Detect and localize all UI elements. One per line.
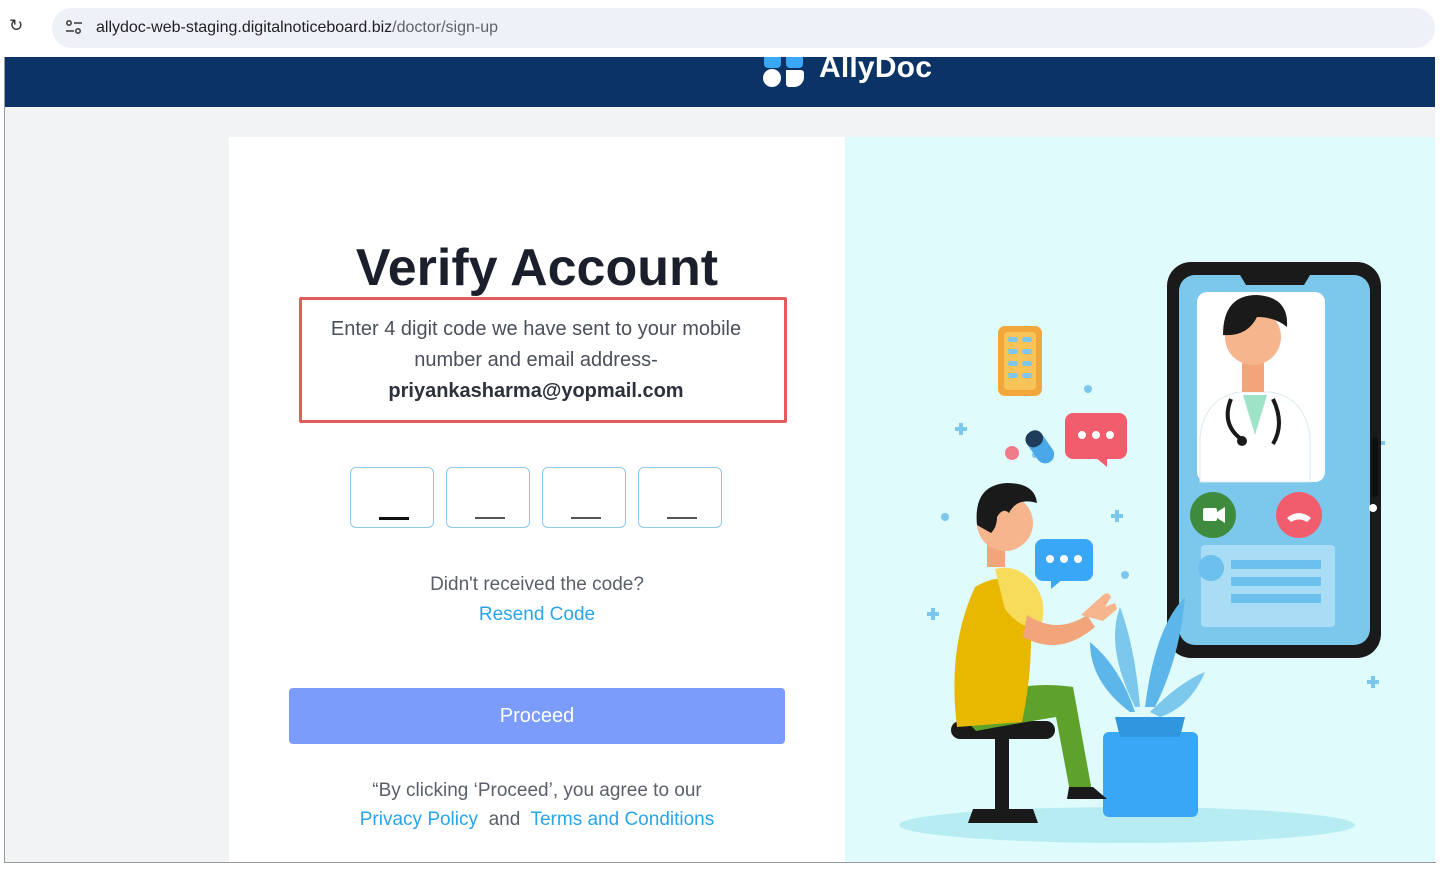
privacy-policy-link[interactable]: Privacy Policy [360,809,478,830]
url-host: allydoc-web-staging.digitalnoticeboard.b… [96,19,393,36]
page-title: Verify Account [355,239,719,297]
otp-placeholder-dash [667,517,697,519]
otp-digit-4[interactable] [638,467,722,528]
allydoc-logo-icon [763,57,804,87]
site-settings-icon[interactable] [64,17,84,37]
and-text: and [488,809,521,830]
terms-conditions-link[interactable]: Terms and Conditions [530,809,714,830]
address-bar[interactable]: allydoc-web-staging.digitalnoticeboard.b… [52,8,1435,48]
code-not-received-text: Didn't received the code? [430,574,644,595]
otp-digit-1[interactable] [350,467,434,528]
terms-links: Privacy Policy and Terms and Conditions [229,809,845,831]
telemedicine-illustration [899,262,1385,843]
message-line-1: Enter 4 digit code we have sent to your … [330,318,742,340]
message-line-2: number and email address- [414,349,658,371]
otp-placeholder-dash [475,517,505,519]
otp-placeholder-dash [571,517,601,519]
url-path: /doctor/sign-up [392,19,499,36]
site-header: AllyDoc [5,57,1435,107]
url-text[interactable]: allydoc-web-staging.digitalnoticeboard.b… [96,19,498,37]
terms-notice: “By clicking ‘Proceed’, you agree to our [372,780,702,801]
verify-message: Enter 4 digit code we have sent to your … [302,314,770,407]
otp-digit-2[interactable] [446,467,530,528]
proceed-button[interactable]: Proceed [289,688,785,744]
reload-icon[interactable]: ↻ [9,16,23,36]
otp-cursor [379,517,409,520]
frame-border-bottom [4,862,1436,863]
user-email: priyankasharma@yopmail.com [388,380,684,402]
browser-toolbar: ↻ allydoc-web-staging.digitalnoticeboard… [0,0,1450,57]
otp-digit-3[interactable] [542,467,626,528]
brand-name: AllyDoc [819,57,933,84]
illustration-panel [845,137,1435,862]
resend-code-link[interactable]: Resend Code [229,604,845,626]
